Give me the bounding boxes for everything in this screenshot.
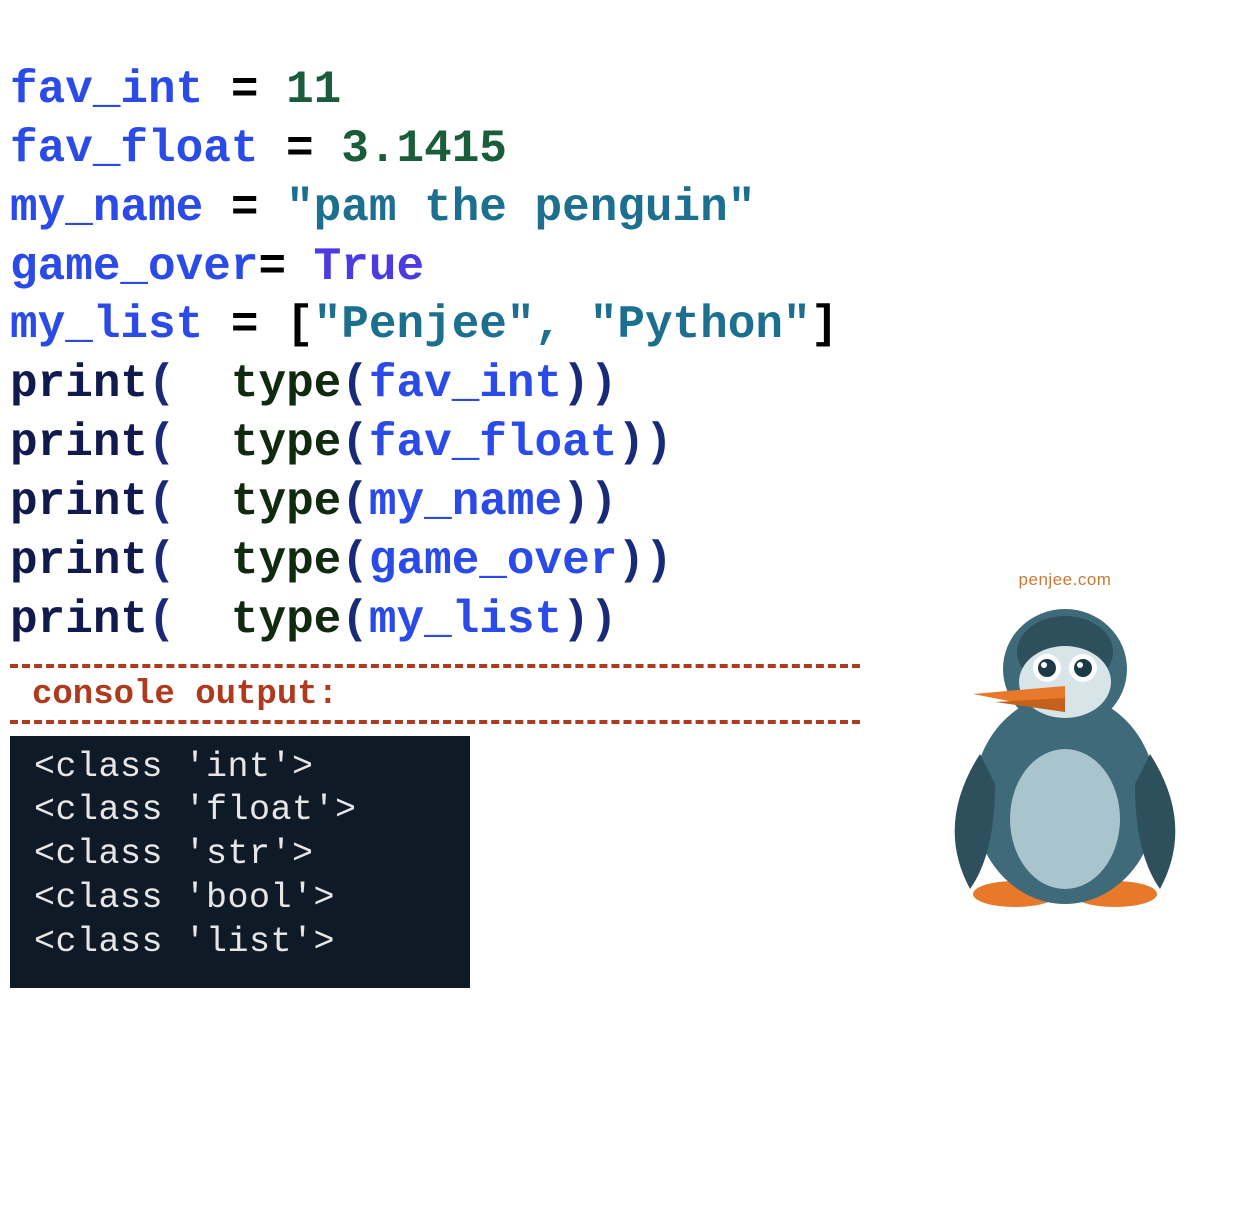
- console-output-label: console output:: [10, 668, 860, 720]
- penguin-mascot: penjee.com: [910, 570, 1220, 914]
- variable-name: game_over: [10, 241, 258, 293]
- number-literal: 11: [286, 64, 341, 116]
- code-line: fav_float = 3.1415: [10, 123, 507, 175]
- variable-ref: fav_int: [369, 358, 562, 410]
- console-output-box: <class 'int'> <class 'float'> <class 'st…: [10, 736, 470, 988]
- paren-open: (: [148, 417, 176, 469]
- penguin-icon: [925, 594, 1205, 914]
- paren-close: ): [590, 594, 618, 646]
- variable-ref: game_over: [369, 535, 617, 587]
- variable-name: fav_int: [10, 64, 203, 116]
- type-call: type: [231, 594, 341, 646]
- type-call: type: [231, 417, 341, 469]
- penguin-caption: penjee.com: [910, 570, 1220, 590]
- code-line: print( type(game_over)): [10, 535, 673, 587]
- code-block: fav_int = 11 fav_float = 3.1415 my_name …: [0, 0, 1254, 650]
- print-call: print: [10, 417, 148, 469]
- code-line: print( type(my_name)): [10, 476, 617, 528]
- code-line: fav_int = 11: [10, 64, 341, 116]
- paren-close: ): [617, 417, 645, 469]
- console-line: <class 'bool'>: [34, 878, 335, 918]
- console-line: <class 'float'>: [34, 790, 357, 830]
- paren-close: ): [562, 594, 590, 646]
- print-call: print: [10, 358, 148, 410]
- equals-sign: =: [258, 123, 341, 175]
- string-literal: "pam the penguin": [286, 182, 755, 234]
- equals-sign: =: [203, 64, 286, 116]
- code-line: my_name = "pam the penguin": [10, 182, 755, 234]
- paren-open: (: [148, 476, 176, 528]
- print-call: print: [10, 535, 148, 587]
- string-literal: "Penjee": [314, 299, 535, 351]
- console-line: <class 'list'>: [34, 922, 335, 962]
- code-line: print( type(fav_float)): [10, 417, 673, 469]
- string-literal: "Python": [590, 299, 811, 351]
- paren-open: (: [341, 476, 369, 528]
- equals-sign: =: [203, 182, 286, 234]
- type-call: type: [231, 535, 341, 587]
- paren-open: (: [148, 358, 176, 410]
- comma: ,: [535, 299, 590, 351]
- type-call: type: [231, 476, 341, 528]
- equals-sign: =: [203, 299, 286, 351]
- bracket-open: [: [286, 299, 314, 351]
- paren-open: (: [341, 417, 369, 469]
- bracket-close: ]: [811, 299, 839, 351]
- paren-open: (: [341, 535, 369, 587]
- console-line: <class 'str'>: [34, 834, 314, 874]
- paren-close: ): [562, 358, 590, 410]
- paren-close: ): [590, 476, 618, 528]
- code-line: print( type(fav_int)): [10, 358, 617, 410]
- equals-sign: =: [258, 241, 313, 293]
- variable-name: my_list: [10, 299, 203, 351]
- print-call: print: [10, 594, 148, 646]
- keyword-true: True: [314, 241, 424, 293]
- paren-close: ): [617, 535, 645, 587]
- paren-open: (: [341, 358, 369, 410]
- variable-name: fav_float: [10, 123, 258, 175]
- code-line: print( type(my_list)): [10, 594, 617, 646]
- console-line: <class 'int'>: [34, 747, 314, 787]
- number-literal: 3.1415: [341, 123, 507, 175]
- code-line: my_list = ["Penjee", "Python"]: [10, 299, 838, 351]
- type-call: type: [231, 358, 341, 410]
- variable-ref: my_list: [369, 594, 562, 646]
- variable-name: my_name: [10, 182, 203, 234]
- paren-open: (: [148, 535, 176, 587]
- paren-open: (: [148, 594, 176, 646]
- variable-ref: my_name: [369, 476, 562, 528]
- print-call: print: [10, 476, 148, 528]
- variable-ref: fav_float: [369, 417, 617, 469]
- code-line: game_over= True: [10, 241, 424, 293]
- paren-close: ): [590, 358, 618, 410]
- paren-close: ): [645, 417, 673, 469]
- paren-close: ): [562, 476, 590, 528]
- dashed-line-bottom: [10, 720, 860, 724]
- paren-close: ): [645, 535, 673, 587]
- console-divider: console output:: [10, 664, 860, 724]
- paren-open: (: [341, 594, 369, 646]
